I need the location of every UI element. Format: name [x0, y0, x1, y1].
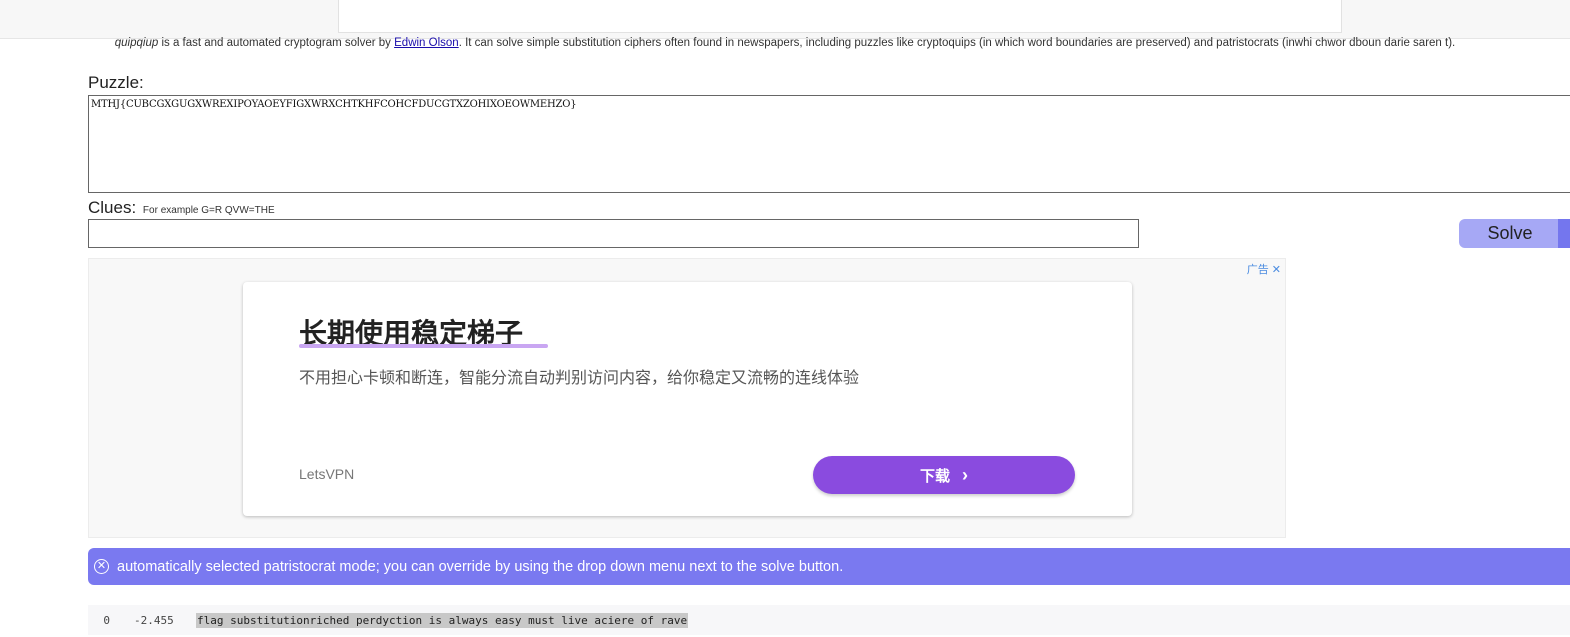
ad-description: 不用担心卡顿和断连，智能分流自动判别访问内容，给你稳定又流畅的连线体验	[299, 368, 860, 387]
mode-alert: ✕ automatically selected patristocrat mo…	[88, 548, 1570, 585]
clues-label-text: Clues:	[88, 198, 137, 217]
ad-download-button[interactable]: 下载 ›	[813, 456, 1075, 494]
author-link[interactable]: Edwin Olson	[394, 37, 459, 49]
result-text[interactable]: flag substitutionriched perdyction is al…	[196, 612, 689, 628]
clues-label: Clues: For example G=R QVW=THE	[88, 198, 275, 218]
result-row[interactable]: 0 -2.455 flag substitutionriched perdyct…	[88, 605, 1570, 635]
advertisement: 广告 ✕ 长期使用稳定梯子 不用担心卡顿和断连，智能分流自动判别访问内容，给你稳…	[88, 258, 1286, 538]
ad-brand: LetsVPN	[299, 466, 355, 482]
top-banner-card	[338, 0, 1342, 33]
ad-card[interactable]: 长期使用稳定梯子 不用担心卡顿和断连，智能分流自动判别访问内容，给你稳定又流畅的…	[243, 282, 1132, 516]
intro-part-1: is a fast and automated cryptogram solve…	[158, 37, 395, 49]
ad-tag-label: 广告	[1246, 264, 1269, 276]
intro-part-2: . It can solve simple substitution ciphe…	[458, 37, 1456, 49]
close-circle-icon[interactable]: ✕	[94, 559, 109, 574]
puzzle-textarea[interactable]: MTHJ{CUBCGXGUGXWREXIPOYAOEYFIGXWRXCHTKHF…	[88, 95, 1570, 193]
ad-close-icon[interactable]: ✕	[1272, 264, 1281, 276]
app-name: quipqiup	[114, 37, 159, 49]
result-index: 0	[103, 613, 110, 627]
chevron-right-icon: ›	[962, 464, 968, 485]
alert-message: automatically selected patristocrat mode…	[117, 558, 844, 575]
solve-mode-dropdown[interactable]	[1558, 219, 1570, 248]
ad-title-underline	[299, 344, 548, 348]
puzzle-label: Puzzle:	[88, 73, 144, 92]
clues-hint: For example G=R QVW=THE	[142, 205, 275, 216]
ad-tag[interactable]: 广告 ✕	[1247, 261, 1281, 277]
ad-download-label: 下载	[919, 467, 950, 485]
clues-input[interactable]	[88, 219, 1139, 248]
intro-text: quipqiup is a fast and automated cryptog…	[0, 37, 1570, 49]
solve-button[interactable]: Solve	[1459, 219, 1561, 248]
result-score: -2.455	[134, 613, 174, 627]
